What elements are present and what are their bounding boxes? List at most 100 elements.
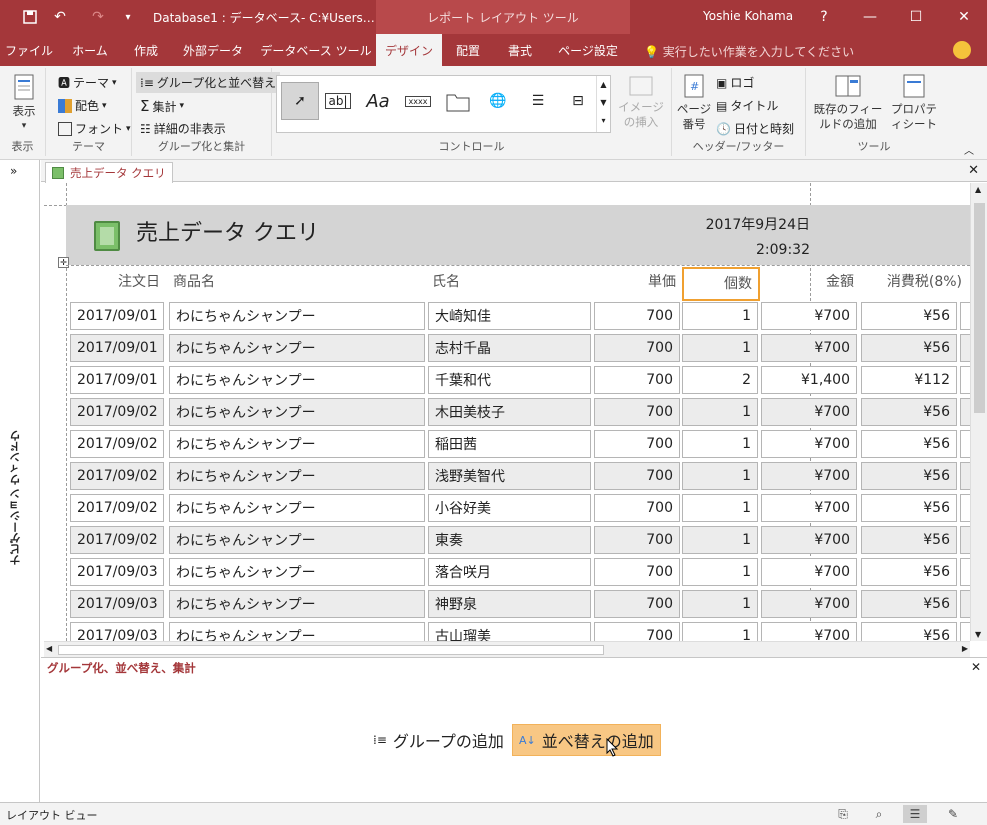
textbox-control-icon[interactable]: ab|	[321, 86, 355, 116]
customize-qat-icon[interactable]: ▾	[114, 0, 142, 34]
cell-extra[interactable]	[960, 302, 970, 330]
cell-customer-name[interactable]: 神野泉	[428, 590, 591, 618]
cell-tax[interactable]: ¥56	[861, 558, 957, 586]
datetime-button[interactable]: 🕓 日付と時刻	[716, 120, 794, 137]
design-view-icon[interactable]: ✎	[941, 805, 965, 823]
cell-customer-name[interactable]: 浅野美智代	[428, 462, 591, 490]
scroll-down-icon[interactable]: ▼	[975, 630, 981, 639]
cell-quantity[interactable]: 1	[682, 334, 758, 362]
print-preview-icon[interactable]: ⌕	[867, 805, 891, 823]
column-header-amount[interactable]: 金額	[762, 271, 854, 291]
cell-quantity[interactable]: 1	[682, 526, 758, 554]
cell-extra[interactable]	[960, 590, 970, 618]
cell-customer-name[interactable]: 東奏	[428, 526, 591, 554]
combo-control-icon[interactable]: ⊟	[561, 86, 595, 116]
cell-quantity[interactable]: 1	[682, 494, 758, 522]
cell-customer-name[interactable]: 落合咲月	[428, 558, 591, 586]
user-name[interactable]: Yoshie Kohama	[703, 9, 793, 23]
cell-quantity[interactable]: 1	[682, 398, 758, 426]
cell-tax[interactable]: ¥56	[861, 494, 957, 522]
report-view-icon[interactable]: ⎘	[831, 805, 855, 823]
cell-order-date[interactable]: 2017/09/02	[70, 430, 164, 458]
tab-external-data[interactable]: 外部データ	[170, 34, 256, 66]
cell-product[interactable]: わにちゃんシャンプー	[169, 398, 425, 426]
totals-button[interactable]: Σ 集計 ▾	[140, 97, 184, 115]
cell-unit-price[interactable]: 700	[594, 558, 680, 586]
report-canvas[interactable]: 売上データ クエリ 2017年9月24日 2:09:32 ✛ 注文日 商品名 氏…	[44, 183, 970, 641]
column-header-unit-price[interactable]: 単価	[594, 271, 676, 291]
column-header-quantity[interactable]: 個数	[682, 267, 760, 301]
property-sheet-button[interactable]: プロパティシート	[888, 74, 940, 132]
cell-order-date[interactable]: 2017/09/03	[70, 590, 164, 618]
cell-amount[interactable]: ¥700	[761, 494, 857, 522]
report-title[interactable]: 売上データ クエリ	[136, 215, 319, 247]
navigation-pane[interactable]: » ナビゲーション ウィンドウ	[0, 160, 40, 802]
cell-product[interactable]: わにちゃんシャンプー	[169, 430, 425, 458]
close-group-pane-icon[interactable]: ✕	[971, 660, 981, 674]
add-existing-fields-button[interactable]: 既存のフィールドの追加	[808, 74, 888, 132]
tab-home[interactable]: ホーム	[58, 34, 122, 66]
tell-me-input[interactable]: 💡 実行したい作業を入力してください	[644, 43, 854, 60]
cell-quantity[interactable]: 1	[682, 462, 758, 490]
hyperlink-control-icon[interactable]: 🌐	[481, 86, 515, 116]
cell-product[interactable]: わにちゃんシャンプー	[169, 334, 425, 362]
undo-icon[interactable]: ↶	[46, 0, 74, 34]
tab-arrange[interactable]: 配置	[442, 34, 494, 66]
cell-tax[interactable]: ¥112	[861, 366, 957, 394]
tab-sales-query[interactable]: 売上データ クエリ	[45, 162, 173, 183]
cell-order-date[interactable]: 2017/09/02	[70, 494, 164, 522]
button-control-icon[interactable]: xxxx	[401, 86, 435, 116]
cell-quantity[interactable]: 1	[682, 558, 758, 586]
cell-tax[interactable]: ¥56	[861, 302, 957, 330]
cell-amount[interactable]: ¥700	[761, 398, 857, 426]
title-button[interactable]: ▤ タイトル	[716, 97, 778, 114]
cell-extra[interactable]	[960, 366, 970, 394]
cell-order-date[interactable]: 2017/09/03	[70, 558, 164, 586]
layout-view-icon[interactable]: ☰	[903, 805, 927, 823]
cell-product[interactable]: わにちゃんシャンプー	[169, 366, 425, 394]
vertical-scrollbar[interactable]: ▲ ▼	[970, 183, 987, 641]
gallery-scroll[interactable]: ▲ ▼ ▾	[596, 76, 610, 132]
cell-order-date[interactable]: 2017/09/02	[70, 526, 164, 554]
cell-product[interactable]: わにちゃんシャンプー	[169, 494, 425, 522]
tab-design[interactable]: デザイン	[376, 34, 442, 66]
cell-extra[interactable]	[960, 334, 970, 362]
group-sort-button[interactable]: ⁞≡ グループ化と並べ替え	[136, 72, 281, 93]
cell-tax[interactable]: ¥56	[861, 398, 957, 426]
cell-customer-name[interactable]: 古山瑠美	[428, 622, 591, 641]
tab-create[interactable]: 作成	[122, 34, 170, 66]
fonts-button[interactable]: フォント ▾	[58, 120, 131, 137]
add-group-button[interactable]: ⁞≡ グループの追加	[373, 728, 504, 752]
cell-quantity[interactable]: 1	[682, 590, 758, 618]
cell-product[interactable]: わにちゃんシャンプー	[169, 302, 425, 330]
report-time[interactable]: 2:09:32	[656, 242, 810, 258]
tab-database-tools[interactable]: データベース ツール	[256, 34, 376, 66]
cell-extra[interactable]	[960, 526, 970, 554]
cell-product[interactable]: わにちゃんシャンプー	[169, 558, 425, 586]
navigation-control-icon[interactable]: ☰	[521, 86, 555, 116]
cell-extra[interactable]	[960, 462, 970, 490]
cell-customer-name[interactable]: 小谷好美	[428, 494, 591, 522]
label-control-icon[interactable]: Aa	[361, 86, 395, 116]
cell-order-date[interactable]: 2017/09/02	[70, 398, 164, 426]
cell-unit-price[interactable]: 700	[594, 590, 680, 618]
cell-unit-price[interactable]: 700	[594, 302, 680, 330]
column-header-product[interactable]: 商品名	[173, 271, 215, 291]
cell-amount[interactable]: ¥700	[761, 622, 857, 641]
cell-tax[interactable]: ¥56	[861, 622, 957, 641]
themes-button[interactable]: 🅰 テーマ ▾	[58, 74, 117, 91]
select-pointer-icon[interactable]: ➚	[281, 82, 319, 120]
cell-unit-price[interactable]: 700	[594, 622, 680, 641]
column-header-tax[interactable]: 消費税(8%)	[866, 271, 962, 291]
cell-amount[interactable]: ¥700	[761, 526, 857, 554]
layout-move-handle-icon[interactable]: ✛	[58, 257, 69, 268]
cell-amount[interactable]: ¥700	[761, 334, 857, 362]
add-sort-button[interactable]: A↓ 並べ替えの追加	[512, 724, 661, 756]
scroll-left-icon[interactable]: ◀	[46, 644, 52, 653]
tab-page-setup[interactable]: ページ設定	[546, 34, 630, 66]
help-button[interactable]: ?	[801, 0, 847, 34]
cell-extra[interactable]	[960, 430, 970, 458]
cell-unit-price[interactable]: 700	[594, 462, 680, 490]
insert-image-button[interactable]: イメージの挿入	[618, 76, 664, 130]
cell-unit-price[interactable]: 700	[594, 430, 680, 458]
